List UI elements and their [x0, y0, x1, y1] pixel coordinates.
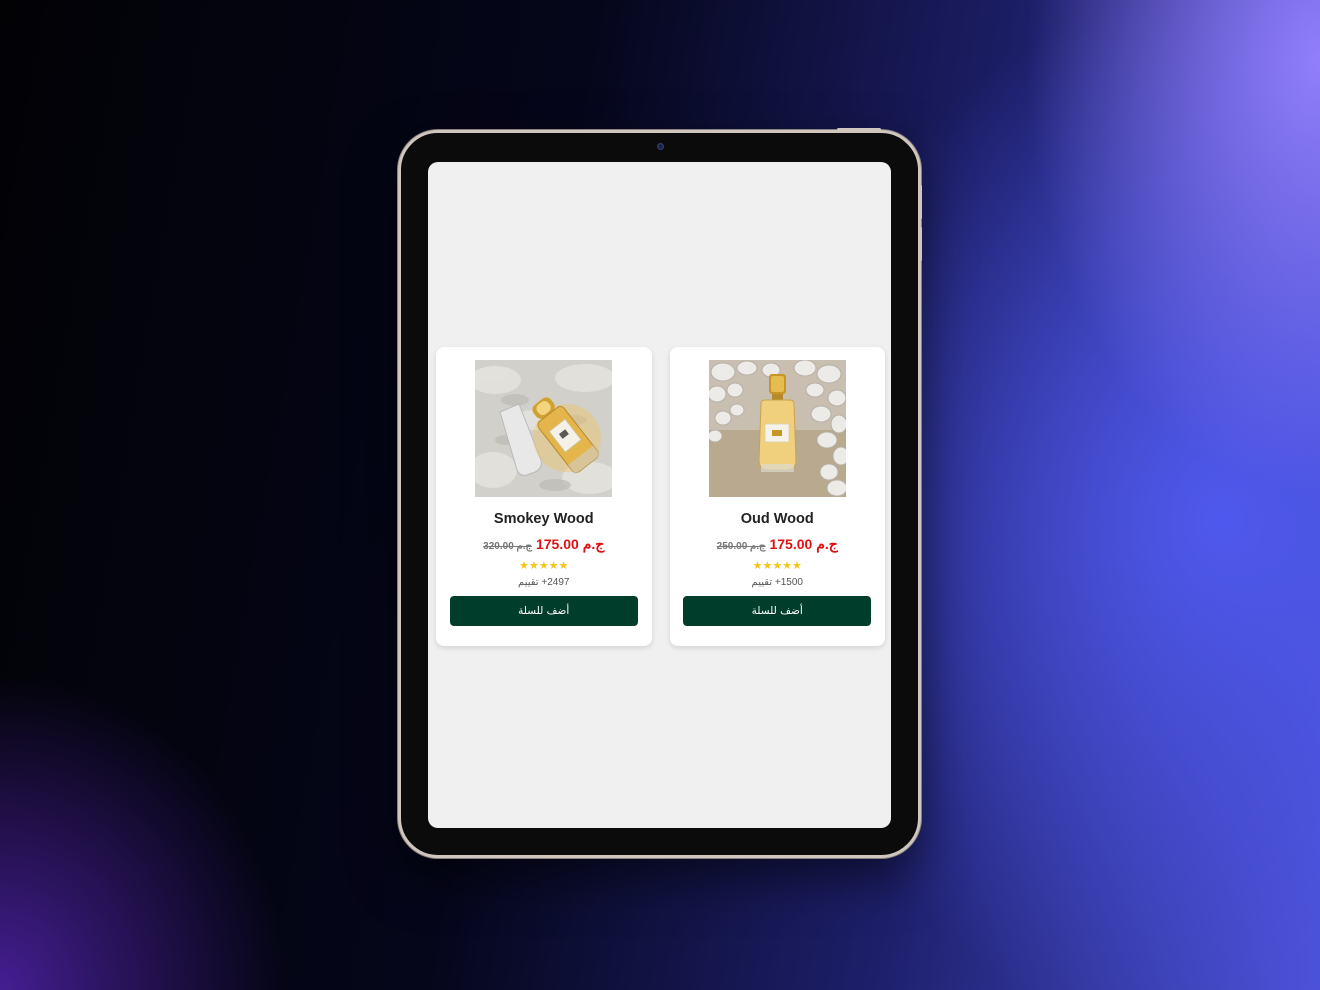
old-price: 250.00 ج.م — [716, 541, 766, 552]
price-row: 320.00 ج.م 175.00 ج.م — [483, 536, 604, 553]
product-name: Smokey Wood — [493, 511, 594, 527]
tablet-top-button — [837, 128, 881, 131]
tablet-frame: Oud Wood 250.00 ج.م 175.00 ج.م ★★★★★ 150… — [398, 128, 922, 858]
camera-dot — [657, 143, 664, 150]
sale-price: 175.00 ج.م — [535, 536, 605, 552]
product-grid: Oud Wood 250.00 ج.م 175.00 ج.م ★★★★★ 150… — [436, 347, 885, 646]
product-card[interactable]: Smokey Wood 320.00 ج.م 175.00 ج.م ★★★★★ … — [436, 347, 652, 646]
tablet-volume-up-button — [919, 185, 922, 219]
rating-stars-icon: ★★★★★ — [752, 560, 802, 572]
perfume-bottle-powder-image — [475, 360, 613, 497]
price-row: 250.00 ج.م 175.00 ج.م — [717, 536, 838, 553]
add-to-cart-button[interactable]: أضف للسلة — [683, 596, 872, 626]
rating-stars-icon: ★★★★★ — [519, 560, 569, 572]
sale-price: 175.00 ج.م — [769, 536, 838, 552]
perfume-bottle-pebbles-image — [708, 360, 846, 497]
tablet-volume-down-button — [919, 227, 922, 261]
product-name: Oud Wood — [740, 511, 814, 527]
add-to-cart-button[interactable]: أضف للسلة — [449, 596, 638, 626]
old-price: 320.00 ج.م — [483, 541, 532, 552]
tablet-screen: Oud Wood 250.00 ج.م 175.00 ج.م ★★★★★ 150… — [428, 162, 891, 828]
reviews-count: 2497+ تقييم — [518, 577, 570, 588]
product-card[interactable]: Oud Wood 250.00 ج.م 175.00 ج.م ★★★★★ 150… — [669, 347, 885, 646]
reviews-count: 1500+ تقييم — [751, 577, 803, 588]
